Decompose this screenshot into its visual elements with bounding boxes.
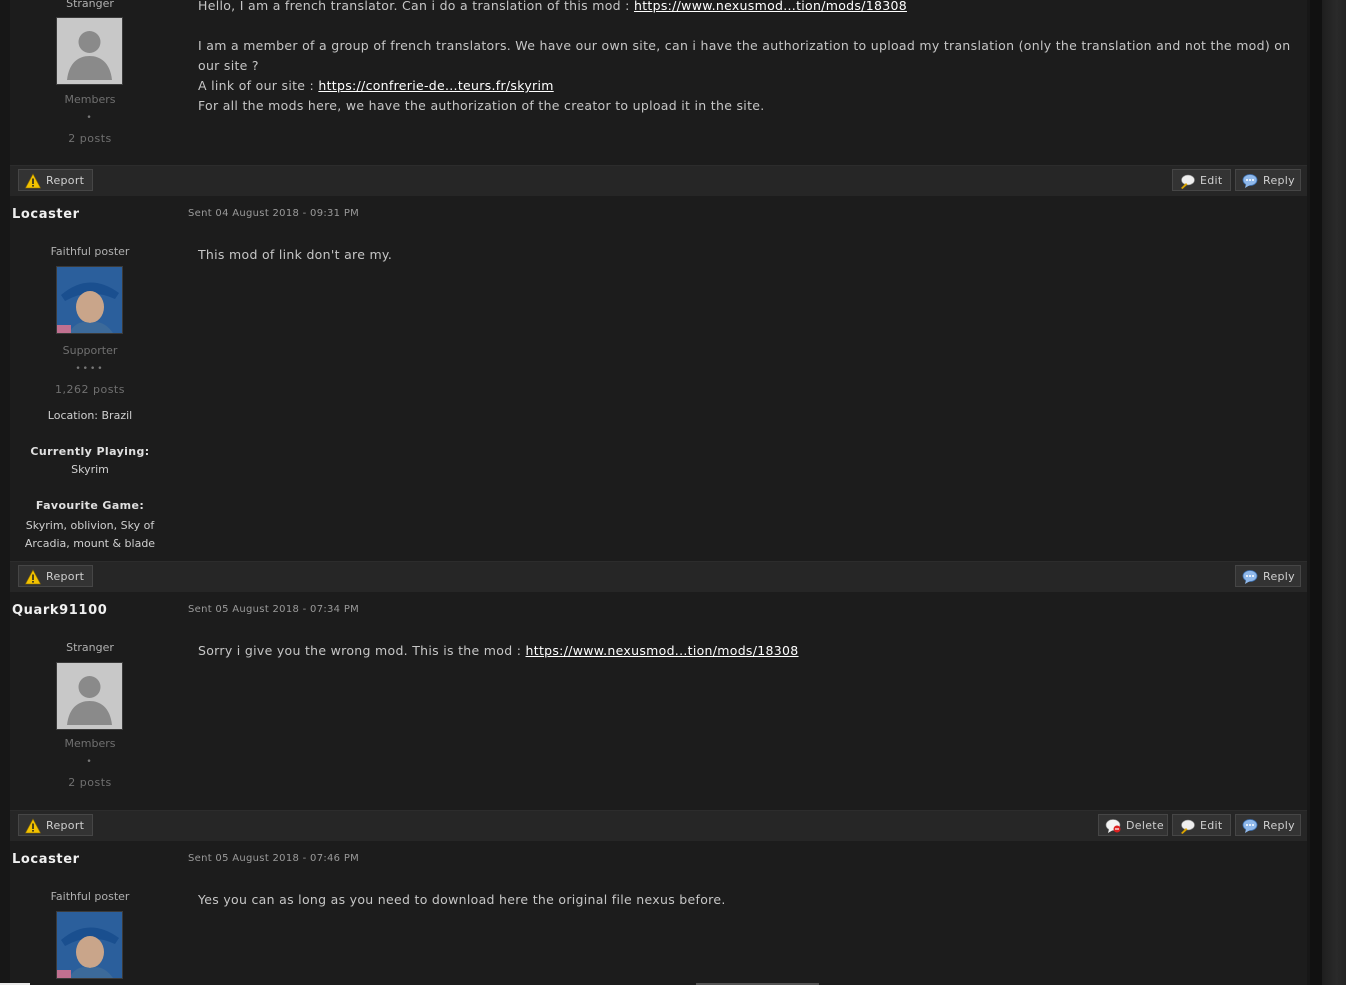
post-paragraph: A link of our site : https://confrerie-d… xyxy=(198,78,554,93)
post-content: This mod of link don't are my. xyxy=(198,245,1298,265)
author-name[interactable]: Locaster xyxy=(12,852,80,867)
report-button[interactable]: Report xyxy=(18,814,93,836)
reply-icon xyxy=(1242,570,1258,584)
member-title: Faithful poster xyxy=(50,890,130,903)
avatar[interactable] xyxy=(56,17,123,85)
post-actions: Report Delete Edit Reply xyxy=(10,810,1307,842)
warning-icon xyxy=(25,173,41,189)
user-photo-icon xyxy=(57,912,122,978)
default-avatar-icon xyxy=(57,663,122,729)
location: Location: Brazil xyxy=(47,409,133,422)
post-actions: Report Reply xyxy=(10,561,1307,593)
post-date: Sent 05 August 2018 - 07:46 PM xyxy=(188,853,360,864)
mod-link[interactable]: https://www.nexusmod...tion/mods/18308 xyxy=(634,0,907,13)
site-link[interactable]: https://confrerie-de...teurs.fr/skyrim xyxy=(318,78,553,93)
author-name[interactable]: Locaster xyxy=(12,207,80,222)
reply-button[interactable]: Reply xyxy=(1235,169,1301,191)
report-button[interactable]: Report xyxy=(18,565,93,587)
rank-pips: • xyxy=(86,113,94,123)
post-paragraph: This mod of link don't are my. xyxy=(198,247,393,262)
warning-icon xyxy=(25,569,41,585)
warning-icon xyxy=(25,818,41,834)
edit-button[interactable]: Edit xyxy=(1172,169,1231,191)
post-paragraph: Yes you can as long as you need to downl… xyxy=(198,892,726,907)
post-paragraph: Hello, I am a french translator. Can i d… xyxy=(198,0,907,13)
currently-playing: Skyrim xyxy=(71,463,109,476)
page-edge xyxy=(1322,0,1346,985)
post-date: Sent 05 August 2018 - 07:34 PM xyxy=(188,604,360,615)
post-count: 2 posts xyxy=(68,132,112,145)
post-4: Locaster Sent 05 August 2018 - 07:46 PM … xyxy=(10,841,1307,985)
member-group: Supporter xyxy=(62,344,118,357)
edit-icon xyxy=(1181,174,1195,189)
post-paragraph: For all the mods here, we have the autho… xyxy=(198,98,765,113)
member-group: Members xyxy=(64,737,116,750)
reply-icon xyxy=(1242,819,1258,833)
post-count: 2 posts xyxy=(68,776,112,789)
right-gutter xyxy=(1310,0,1322,985)
post-content: Yes you can as long as you need to downl… xyxy=(198,890,1298,910)
delete-button[interactable]: Delete xyxy=(1098,814,1168,836)
favourite-game: Skyrim, oblivion, Sky of Arcadia, mount … xyxy=(24,519,156,550)
rank-pips: •••• xyxy=(75,364,105,374)
favourite-game-label: Favourite Game: xyxy=(35,499,145,512)
post-paragraph: Sorry i give you the wrong mod. This is … xyxy=(198,643,799,658)
member-title: Stranger xyxy=(66,0,114,10)
default-avatar-icon xyxy=(57,18,122,84)
user-photo-icon xyxy=(57,267,122,333)
post-date: Sent 04 August 2018 - 09:31 PM xyxy=(188,208,360,219)
post-1: Stranger Members • 2 posts Hello, I am a… xyxy=(10,0,1307,165)
mod-link[interactable]: https://www.nexusmod...tion/mods/18308 xyxy=(526,643,799,658)
post-content: Hello, I am a french translator. Can i d… xyxy=(198,0,1298,116)
post-paragraph: I am a member of a group of french trans… xyxy=(198,38,1291,73)
currently-playing-label: Currently Playing: xyxy=(30,445,150,458)
author-name[interactable]: Quark91100 xyxy=(12,603,107,618)
post-2: Locaster Sent 04 August 2018 - 09:31 PM … xyxy=(10,196,1307,561)
rank-pips: • xyxy=(86,757,94,767)
edit-button[interactable]: Edit xyxy=(1172,814,1231,836)
reply-button[interactable]: Reply xyxy=(1235,565,1301,587)
member-title: Faithful poster xyxy=(50,245,130,258)
post-3: Quark91100 Sent 05 August 2018 - 07:34 P… xyxy=(10,592,1307,810)
avatar[interactable] xyxy=(56,266,123,334)
report-button[interactable]: Report xyxy=(18,169,93,191)
avatar[interactable] xyxy=(56,911,123,979)
post-content: Sorry i give you the wrong mod. This is … xyxy=(198,641,1298,661)
reply-icon xyxy=(1242,174,1258,188)
member-group: Members xyxy=(64,93,116,106)
delete-icon xyxy=(1105,819,1121,833)
post-count: 1,262 posts xyxy=(55,383,125,396)
reply-button[interactable]: Reply xyxy=(1235,814,1301,836)
post-actions: Report Edit Reply xyxy=(10,165,1307,197)
edit-icon xyxy=(1181,819,1195,834)
member-title: Stranger xyxy=(66,641,114,654)
avatar[interactable] xyxy=(56,662,123,730)
